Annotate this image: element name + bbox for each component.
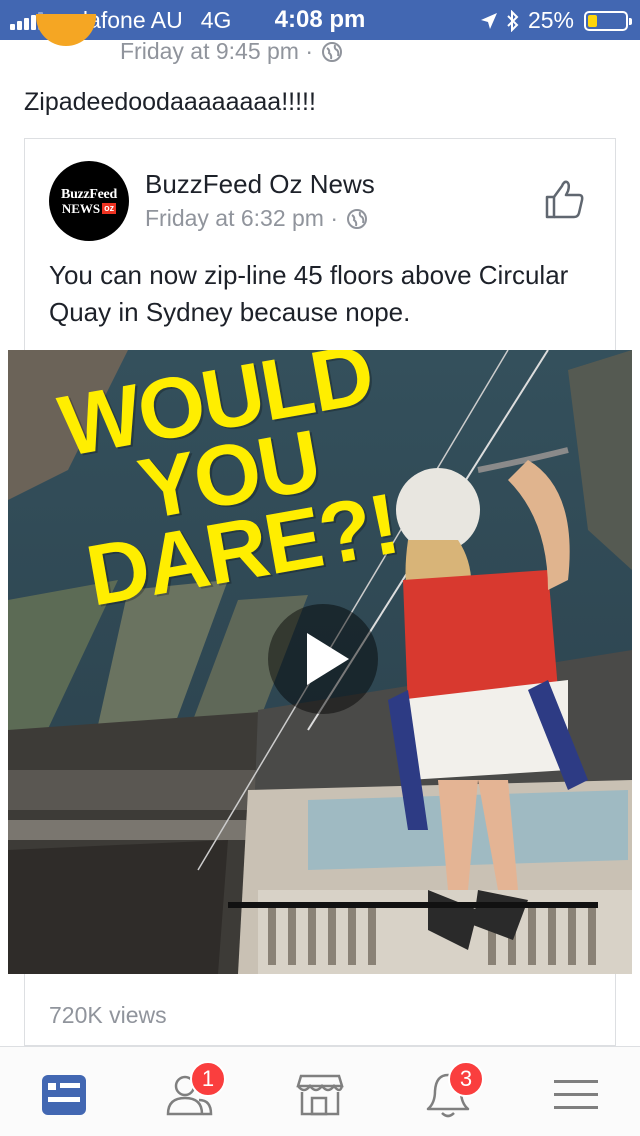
like-page-icon[interactable] bbox=[543, 177, 587, 221]
battery-percent: 25% bbox=[527, 7, 574, 33]
video-player[interactable]: WOULD YOU DARE?! bbox=[8, 350, 632, 974]
notification-badge: 1 bbox=[190, 1061, 226, 1097]
battery-icon bbox=[584, 10, 632, 31]
shared-post-card[interactable]: BuzzFeed NEWS oz BuzzFeed Oz News Friday… bbox=[24, 138, 616, 350]
post-time-text: Friday at 9:45 pm · bbox=[120, 38, 314, 64]
author-avatar[interactable] bbox=[36, 14, 96, 46]
tab-news-feed[interactable] bbox=[34, 1065, 94, 1125]
play-button[interactable] bbox=[268, 604, 378, 714]
bluetooth-icon bbox=[507, 9, 519, 32]
tab-friend-requests[interactable]: 1 bbox=[160, 1061, 226, 1125]
post-message: Zipadeedoodaaaaaaaa!!!!! bbox=[24, 88, 316, 116]
shared-timestamp[interactable]: Friday at 6:32 pm · bbox=[145, 205, 368, 232]
status-bar: vodafone AU 4G 4:08 pm 25% bbox=[0, 0, 640, 40]
shared-post-text: You can now zip-line 45 floors above Cir… bbox=[49, 260, 569, 327]
globe-icon bbox=[322, 41, 343, 62]
view-count: 720K views bbox=[49, 1002, 167, 1028]
logo-news-text: NEWS bbox=[61, 200, 101, 216]
shared-time-text: Friday at 6:32 pm · bbox=[145, 205, 339, 231]
tab-menu[interactable] bbox=[546, 1065, 606, 1125]
logo-text-line1: BuzzFeed bbox=[61, 186, 117, 202]
marketplace-icon bbox=[296, 1074, 344, 1116]
hamburger-menu-icon bbox=[554, 1080, 598, 1109]
post-timestamp[interactable]: Friday at 9:45 pm · bbox=[120, 38, 343, 65]
tab-bar: 1 3 bbox=[0, 1046, 640, 1136]
logo-text-line2: NEWS oz bbox=[61, 200, 117, 216]
news-feed-icon bbox=[42, 1075, 86, 1115]
location-arrow-icon bbox=[480, 12, 497, 29]
buzzfeed-logo[interactable]: BuzzFeed NEWS oz bbox=[49, 161, 129, 241]
logo-oz-badge: oz bbox=[102, 202, 117, 214]
notification-badge: 3 bbox=[448, 1061, 484, 1097]
tab-notifications[interactable]: 3 bbox=[418, 1061, 484, 1125]
video-footer: 720K views bbox=[24, 974, 616, 1046]
status-right: 25% bbox=[480, 7, 632, 34]
globe-icon bbox=[347, 208, 368, 229]
page-name-link[interactable]: BuzzFeed Oz News bbox=[145, 169, 375, 200]
tab-marketplace[interactable] bbox=[290, 1065, 350, 1125]
